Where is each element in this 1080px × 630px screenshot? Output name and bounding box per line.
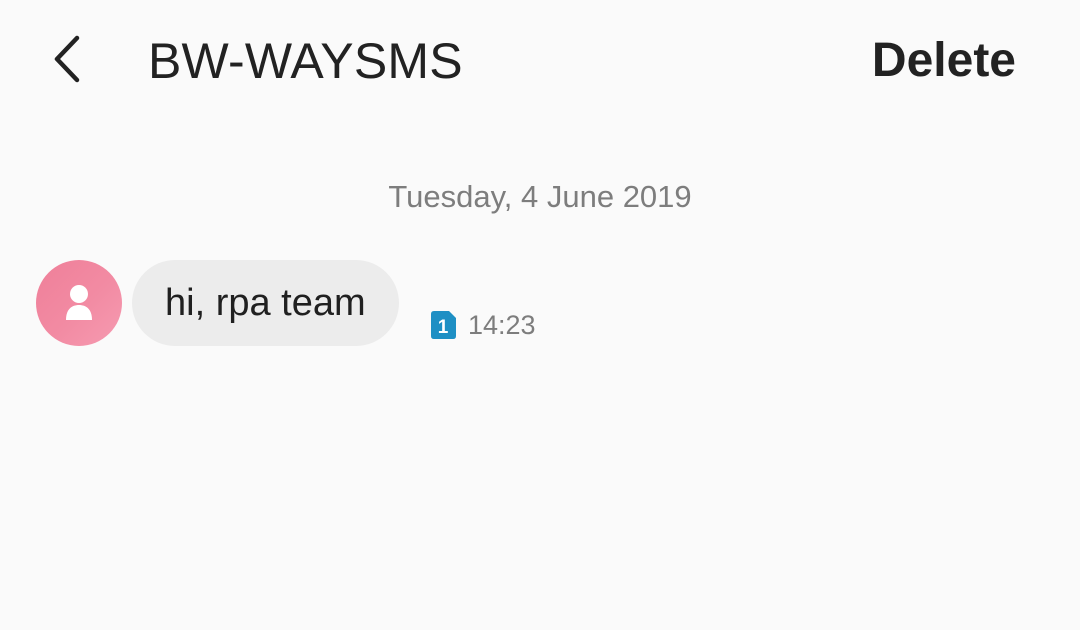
- message-text: hi, rpa team: [165, 282, 366, 324]
- sim-1-icon: 1: [431, 311, 456, 339]
- sim-badge-number: 1: [438, 317, 449, 338]
- date-divider: Tuesday, 4 June 2019: [388, 179, 692, 214]
- chevron-left-icon: [54, 35, 80, 83]
- message-meta: 1 14:23: [431, 308, 536, 342]
- message-time: 14:23: [468, 310, 536, 340]
- conversation-title: BW-WAYSMS: [148, 33, 463, 89]
- back-button[interactable]: [40, 28, 96, 90]
- app-bar: BW-WAYSMS Delete: [0, 0, 1080, 120]
- delete-button[interactable]: Delete: [872, 32, 1016, 90]
- message-bubble[interactable]: hi, rpa team: [132, 260, 399, 346]
- person-icon: [66, 285, 92, 320]
- avatar[interactable]: [36, 260, 122, 346]
